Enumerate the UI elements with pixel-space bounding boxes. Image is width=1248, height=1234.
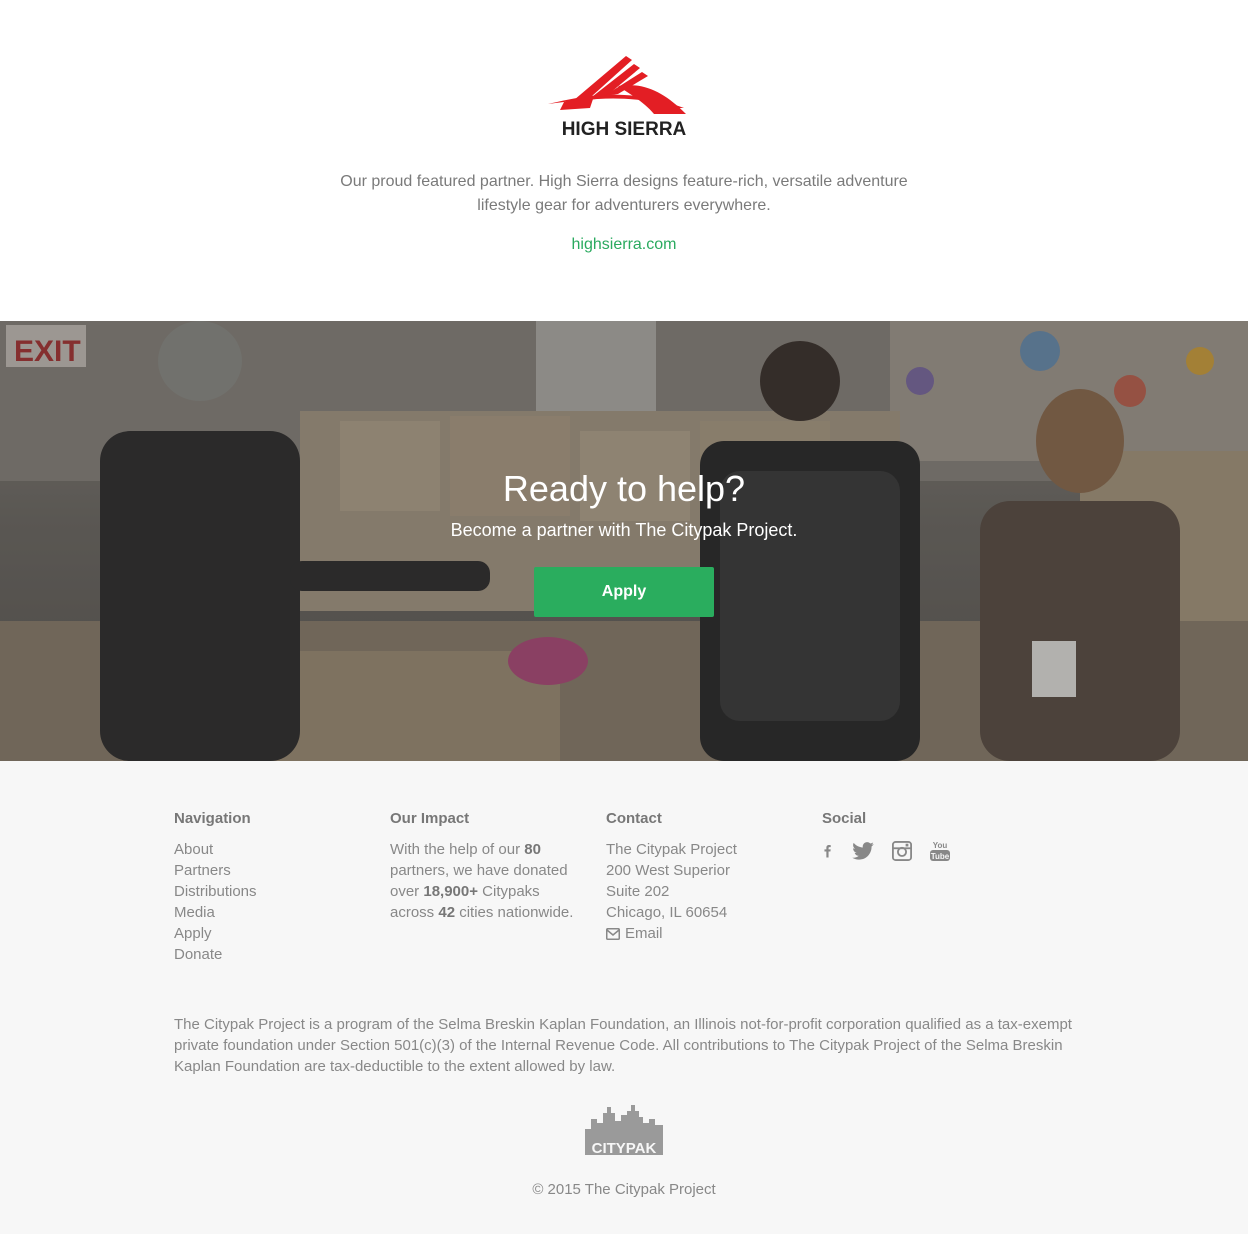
citypak-logo: CITYPAK xyxy=(585,1105,663,1157)
cities-count: 42 xyxy=(438,904,456,921)
hero-subtitle: Become a partner with The Citypak Projec… xyxy=(450,520,798,540)
ready-to-help-hero: EXIT Ready to help? Become a partner wit… xyxy=(0,321,1248,761)
hero-title: Ready to help? xyxy=(502,468,746,509)
site-footer: Navigation About Partners Distributions … xyxy=(0,761,1248,1234)
contact-suite: Suite 202 xyxy=(606,883,670,900)
featured-partner-section: HIGH SIERRA Our proud featured partner. … xyxy=(0,0,1248,321)
partners-count: 80 xyxy=(524,841,541,858)
copyright-text: © 2015 The Citypak Project xyxy=(532,1181,716,1198)
svg-text:You: You xyxy=(933,841,948,850)
facebook-icon[interactable] xyxy=(822,839,834,863)
footer-nav-apply[interactable]: Apply xyxy=(174,923,374,944)
svg-text:Tube: Tube xyxy=(931,852,950,861)
svg-text:HIGH SIERRA: HIGH SIERRA xyxy=(562,119,687,138)
social-heading: Social xyxy=(822,810,867,827)
envelope-icon xyxy=(606,927,620,940)
contact-heading: Contact xyxy=(606,810,662,827)
partner-website-link[interactable]: highsierra.com xyxy=(0,234,1248,256)
legal-disclaimer: The Citypak Project is a program of the … xyxy=(174,1016,1072,1075)
apply-button[interactable]: Apply xyxy=(534,567,714,617)
contact-city: Chicago, IL 60654 xyxy=(606,904,728,921)
footer-nav-donate[interactable]: Donate xyxy=(174,944,374,965)
partner-description: Our proud featured partner. High Sierra … xyxy=(340,173,908,214)
high-sierra-logo: HIGH SIERRA xyxy=(548,56,687,138)
footer-navigation-column: Navigation About Partners Distributions … xyxy=(174,809,374,965)
footer-nav-about[interactable]: About xyxy=(174,839,374,860)
footer-social-column: Social You Tube xyxy=(822,809,1022,863)
twitter-icon[interactable] xyxy=(852,842,874,860)
impact-heading: Our Impact xyxy=(390,810,470,827)
navigation-heading: Navigation xyxy=(174,810,251,827)
citypaks-count: 18,900+ xyxy=(423,883,478,900)
impact-text: With the help of our 80 partners, we hav… xyxy=(390,841,574,921)
contact-email-link[interactable]: Email xyxy=(606,923,806,944)
instagram-icon[interactable] xyxy=(892,841,912,861)
svg-text:CITYPAK: CITYPAK xyxy=(592,1140,657,1157)
social-icons-row: You Tube xyxy=(822,839,1022,863)
footer-impact-column: Our Impact With the help of our 80 partn… xyxy=(390,809,590,923)
contact-street: 200 West Superior xyxy=(606,862,730,879)
footer-nav-list: About Partners Distributions Media Apply… xyxy=(174,839,374,965)
footer-nav-media[interactable]: Media xyxy=(174,902,374,923)
footer-nav-partners[interactable]: Partners xyxy=(174,860,374,881)
contact-address: The Citypak Project 200 West Superior Su… xyxy=(606,839,806,944)
footer-nav-distributions[interactable]: Distributions xyxy=(174,881,374,902)
contact-org-name: The Citypak Project xyxy=(606,841,737,858)
footer-contact-column: Contact The Citypak Project 200 West Sup… xyxy=(606,809,806,944)
youtube-icon[interactable]: You Tube xyxy=(930,839,950,863)
